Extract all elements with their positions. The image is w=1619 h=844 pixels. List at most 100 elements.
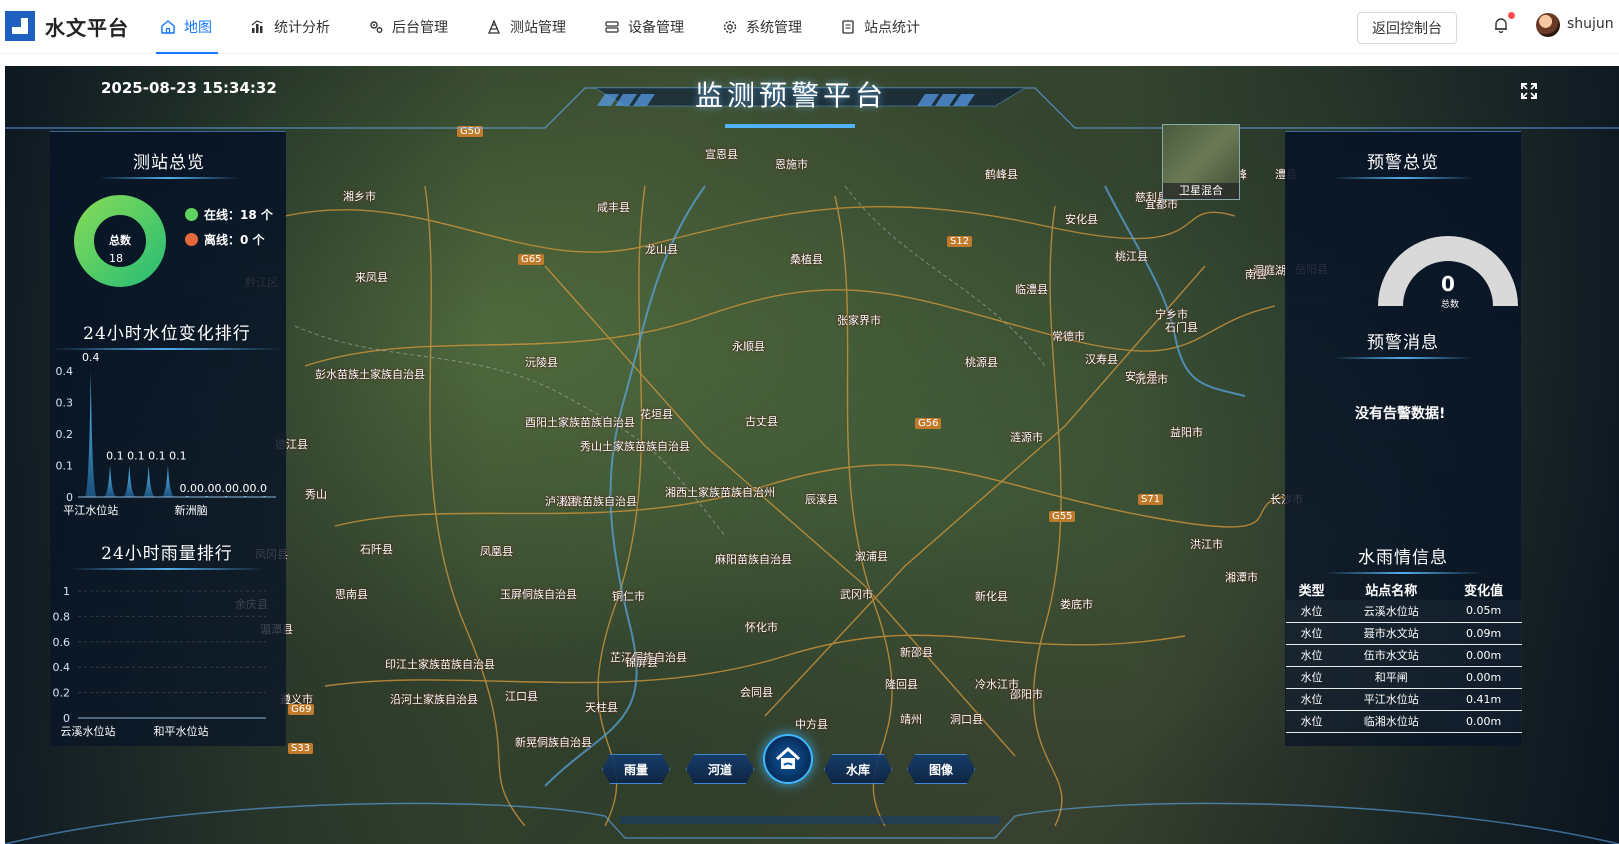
avatar[interactable]	[1536, 13, 1560, 37]
map-place-label: 铜仁市	[612, 590, 645, 603]
table-row[interactable]: 水位 云溪水位站 0.05m	[1286, 600, 1522, 623]
menu-item-station-management[interactable]: 测站管理	[486, 0, 586, 54]
map-place-label: 张家界市	[837, 314, 881, 327]
column-header: 变化值	[1464, 583, 1504, 599]
map-layer-label: 卫星混合	[1163, 183, 1239, 199]
y-tick-label: 0	[66, 491, 73, 504]
map-place-label: 江口县	[505, 690, 538, 703]
water-level-chart: 0 0.1 0.2 0.3 0.4 0.4 0.1 0.1 0.1 0.1 0.00.00.0…	[56, 351, 276, 516]
table-cell: 临湘水位站	[1337, 710, 1446, 733]
bar-chart-icon	[251, 20, 263, 33]
map-place-label: 洞口县	[950, 713, 983, 726]
online-count: 在线：18 个	[204, 208, 273, 222]
y-tick-label: 1	[63, 585, 70, 598]
username[interactable]: shujun	[1567, 16, 1614, 32]
fullscreen-icon[interactable]	[1520, 82, 1538, 100]
online-dot-icon	[185, 208, 198, 221]
table-row[interactable]: 水位 和平闸 0.00m	[1286, 666, 1522, 689]
map-place-label: 涟源市	[1010, 431, 1043, 444]
water-level-peak	[123, 465, 136, 497]
home-icon	[161, 20, 175, 34]
donut-total-label: 总数	[109, 234, 131, 247]
map-place-label: 永顺县	[732, 340, 765, 353]
column-header: 站点名称	[1365, 583, 1418, 599]
menu-item-site-statistics[interactable]: 站点统计	[840, 0, 940, 54]
brand[interactable]: 水文平台	[5, 11, 129, 41]
map-place-label: 古丈县	[745, 415, 778, 428]
menu-item-label: 统计分析	[274, 20, 330, 36]
map-place-label: 秀山	[305, 488, 327, 501]
map-place-label: 彭水苗族土家族自治县	[315, 368, 425, 381]
notification-bell-icon[interactable]	[1492, 16, 1510, 34]
map-place-label: 恩施市	[775, 158, 808, 171]
map-place-label: 桑植县	[790, 253, 823, 266]
menu-item-map[interactable]: 地图	[156, 0, 232, 54]
table-row[interactable]: 水位 平江水位站 0.41m	[1286, 688, 1522, 711]
map-place-label: 桃源县	[965, 356, 998, 369]
road-badge: G65	[518, 254, 545, 265]
map-place-label: 安化县	[1065, 213, 1098, 226]
map-place-label: 酉阳土家族苗族自治县	[525, 416, 635, 429]
menu-item-device-management[interactable]: 设备管理	[604, 0, 704, 54]
table-cell: 水位	[1286, 644, 1338, 667]
x-tick-label: 和平水位站	[154, 724, 209, 738]
water-level-peak	[142, 465, 155, 497]
table-cell: 水位	[1286, 600, 1338, 623]
map-place-label: 沿河土家族自治县	[390, 693, 478, 706]
document-icon	[842, 20, 854, 34]
map-place-label: 溆浦县	[855, 550, 888, 563]
road-badge: S12	[947, 236, 973, 247]
road-badge: G55	[1049, 511, 1076, 522]
rain-rank-title: 24小时雨量排行	[69, 539, 265, 570]
y-tick-label: 0	[63, 712, 70, 725]
map-place-label: 益阳市	[1170, 426, 1203, 439]
map-place-label: 新邵县	[900, 646, 933, 659]
app-logo-icon	[5, 11, 35, 41]
table-row[interactable]: 水位 聂市水文站 0.09m	[1286, 622, 1522, 645]
map-place-label: 中方县	[795, 718, 828, 731]
image-layer-button[interactable]: 图像	[907, 754, 975, 784]
menu-item-system-management[interactable]: 系统管理	[722, 0, 822, 54]
map-place-label: 宣恩县	[705, 148, 738, 161]
map-place-label: 冷水江市	[975, 678, 1019, 691]
water-rain-info-title: 水雨情信息	[1323, 543, 1483, 574]
menu-item-backend[interactable]: 后台管理	[368, 0, 468, 54]
map-place-label: 怀化市	[745, 621, 778, 634]
rainfall-chart: 0 0.2 0.4 0.6 0.8 1 云溪水位站 和平水位站	[53, 585, 266, 738]
road-badge: G56	[915, 418, 942, 429]
table-row[interactable]: 水位 伍市水文站 0.00m	[1286, 644, 1522, 667]
menu-item-statistics[interactable]: 统计分析	[250, 0, 350, 54]
table-header-row: 类型 站点名称 变化值	[1286, 578, 1522, 600]
map-layer-switch[interactable]: 卫星混合	[1162, 124, 1240, 200]
notification-badge	[1508, 12, 1515, 19]
y-tick-label: 0.2	[53, 687, 71, 700]
water-level-peak	[84, 371, 97, 497]
current-datetime: 2025-08-23 15:34:32	[101, 79, 277, 97]
gear-icon	[723, 20, 737, 34]
station-icon	[488, 19, 500, 34]
map-place-label: 沅陵县	[525, 356, 558, 369]
back-to-console-button[interactable]: 返回控制台	[1357, 12, 1457, 44]
y-tick-label: 0.1	[56, 460, 74, 473]
map-place-label: 鹤峰县	[985, 168, 1018, 181]
table-row[interactable]: 水位 临湘水位站 0.00m	[1286, 710, 1522, 733]
reservoir-layer-button[interactable]: 水库	[824, 754, 892, 784]
map-place-label: 沅江市	[1135, 373, 1168, 386]
river-layer-button[interactable]: 河道	[686, 754, 754, 784]
table-cell: 0.05m	[1445, 600, 1522, 623]
menu-item-label: 测站管理	[510, 20, 566, 36]
map-place-label: 龙山县	[645, 243, 678, 256]
map-place-label: 凤凰县	[480, 545, 513, 558]
table-cell: 0.00m	[1445, 644, 1522, 667]
map-place-label: 湘潭市	[1225, 571, 1258, 584]
app-title: 水文平台	[45, 15, 129, 40]
water-level-rank-title: 24小时水位变化排行	[51, 319, 283, 350]
no-alarm-message: 没有告警数据!	[1355, 406, 1446, 422]
column-header: 类型	[1298, 583, 1325, 599]
map-place-label: 湘乡市	[343, 190, 376, 203]
map-place-label: 新化县	[975, 590, 1008, 603]
road-badge: S33	[288, 743, 314, 754]
rain-layer-button[interactable]: 雨量	[602, 754, 670, 784]
menu-item-label: 站点统计	[864, 20, 920, 36]
home-button[interactable]	[763, 734, 813, 784]
